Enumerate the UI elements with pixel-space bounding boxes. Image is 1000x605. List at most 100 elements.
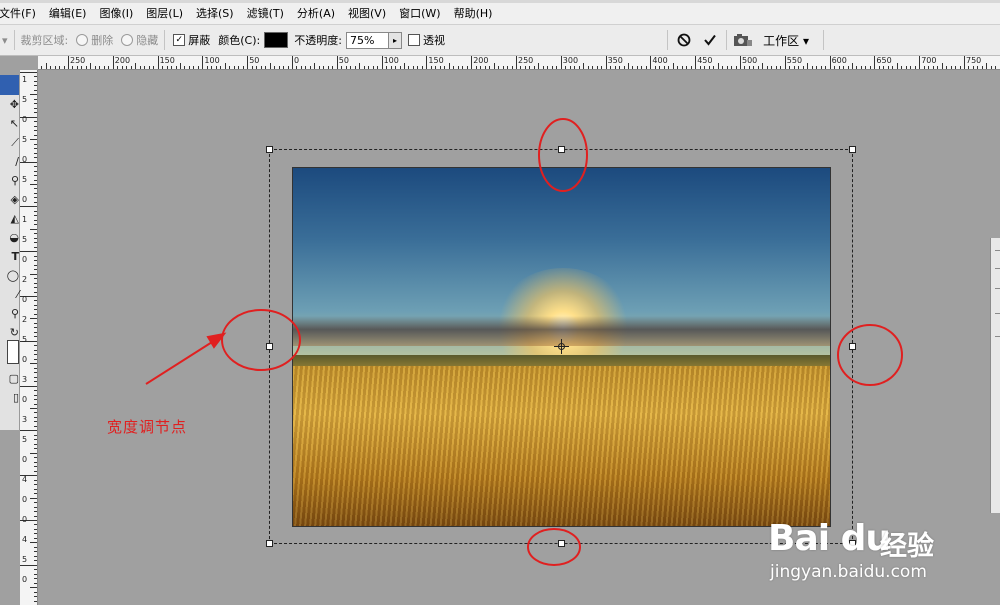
ruler-top-label: 750 xyxy=(966,56,982,65)
move-tool-icon[interactable]: ✥ xyxy=(0,95,19,114)
delete-radio[interactable] xyxy=(76,34,89,46)
separator xyxy=(667,30,669,50)
crop-handle-right[interactable] xyxy=(849,343,856,350)
divider xyxy=(995,313,1000,314)
ruler-left[interactable]: 1 5 0 5 0 5 0 1 5 0 2 0 2 5 0 3 0 3 5 0 4 0 0 4 5 0 xyxy=(20,70,38,605)
ruler-left-label: 3 xyxy=(22,375,28,384)
crop-handle-top-left[interactable] xyxy=(266,146,273,153)
crop-handle-top[interactable] xyxy=(558,146,565,153)
crop-handle-bottom-left[interactable] xyxy=(266,540,273,547)
divider xyxy=(995,250,1000,251)
right-panel-edge[interactable] xyxy=(990,238,1000,513)
ruler-left-label: 5 xyxy=(22,175,28,184)
brush-tool-icon[interactable]: ∕ xyxy=(0,152,19,171)
commit-icon-svg xyxy=(704,34,716,46)
eyedropper-tool-icon[interactable]: ⁄ xyxy=(0,285,19,304)
workspace-button[interactable]: 工作区 ▾ xyxy=(763,32,809,49)
shield-checkbox[interactable]: ✓ xyxy=(173,34,186,46)
ruler-top-label: 500 xyxy=(742,56,758,65)
watermark-logo: Bai du xyxy=(768,518,891,559)
ruler-top-label: 300 xyxy=(562,56,579,65)
menu-bar: 文件(F) 编辑(E) 图像(I) 图层(L) 选择(S) 滤镜(T) 分析(A… xyxy=(0,3,1000,25)
crop-area-label: 裁剪区域: xyxy=(20,34,69,47)
ruler-left-label: 0 xyxy=(22,355,28,364)
annotation-label: 宽度调节点 xyxy=(107,418,188,436)
camera-icon-svg xyxy=(734,34,753,46)
color-label: 颜色(C): xyxy=(218,34,261,47)
menu-analysis[interactable]: 分析(A) xyxy=(290,3,341,24)
shape-tool-icon[interactable]: ◯ xyxy=(0,266,19,285)
ruler-left-label: 0 xyxy=(22,495,28,504)
delete-label: 删除 xyxy=(91,34,114,47)
bucket-tool-icon[interactable]: ◭ xyxy=(0,209,19,228)
opacity-arrow-icon[interactable]: ▸ xyxy=(388,31,402,49)
crop-tool-icon[interactable]: ⟋ xyxy=(0,133,19,152)
divider xyxy=(995,268,1000,269)
commit-icon[interactable] xyxy=(700,30,720,50)
menu-edit[interactable]: 编辑(E) xyxy=(42,3,93,24)
ruler-top-label: 200 xyxy=(114,56,131,65)
crop-handle-left[interactable] xyxy=(266,343,273,350)
menu-file[interactable]: 文件(F) xyxy=(0,3,42,24)
ruler-left-label: 4 xyxy=(22,535,28,544)
ruler-top-label: 550 xyxy=(786,56,803,65)
lasso-tool-icon[interactable]: ↖ xyxy=(0,114,19,133)
menu-view[interactable]: 视图(V) xyxy=(341,3,392,24)
cancel-icon-svg xyxy=(677,33,691,47)
ruler-left-label: 1 xyxy=(22,75,28,84)
ruler-top-label: 700 xyxy=(921,56,937,65)
ruler-left-label: 0 xyxy=(22,195,28,204)
ruler-top[interactable]: 250 200 150 100 50 0 50 100 150 200 250 300 350 400 45… xyxy=(38,56,1000,70)
menu-help[interactable]: 帮助(H) xyxy=(447,3,499,24)
ruler-left-label: 4 xyxy=(22,475,28,484)
ruler-left-label: 0 xyxy=(22,255,28,264)
toolbox-header[interactable] xyxy=(0,75,19,95)
eraser-tool-icon[interactable]: ◈ xyxy=(0,190,19,209)
ruler-left-label: 0 xyxy=(22,115,28,124)
dodge-tool-icon[interactable]: ◒ xyxy=(0,228,19,247)
ruler-left-label: 5 xyxy=(22,235,28,244)
divider xyxy=(995,288,1000,289)
ruler-left-label: 5 xyxy=(22,555,28,564)
toolbox: ✥ ↖ ⟋ ∕ ⚲ ◈ ◭ ◒ T ◯ ⁄ ⚲ ↻ ▢ ▯ xyxy=(0,75,20,430)
baidu-watermark: Bai du 经验 jingyan.baidu.com xyxy=(762,518,962,598)
color-swatches-icon[interactable] xyxy=(0,339,19,364)
crop-center-icon[interactable] xyxy=(554,339,569,354)
cancel-icon[interactable] xyxy=(674,30,694,50)
ruler-top-label: 0 xyxy=(294,56,300,65)
stamp-tool-icon[interactable]: ⚲ xyxy=(0,171,19,190)
ruler-left-label: 5 xyxy=(22,335,28,344)
type-tool-icon[interactable]: T xyxy=(0,247,19,266)
menu-layer[interactable]: 图层(L) xyxy=(139,3,189,24)
opacity-input[interactable]: 75% xyxy=(345,31,389,49)
menu-select[interactable]: 选择(S) xyxy=(189,3,240,24)
ruler-top-label: 400 xyxy=(652,56,668,65)
camera-icon[interactable] xyxy=(733,30,753,50)
watermark-url: jingyan.baidu.com xyxy=(770,562,927,582)
opacity-label: 不透明度: xyxy=(294,34,342,47)
watermark-cn: 经验 xyxy=(880,531,934,562)
crop-handle-bottom[interactable] xyxy=(558,540,565,547)
perspective-checkbox[interactable] xyxy=(407,34,420,46)
menu-window[interactable]: 窗口(W) xyxy=(392,3,446,24)
separator xyxy=(13,30,15,50)
divider xyxy=(995,336,1000,337)
quick-mask-icon[interactable]: ▢ xyxy=(0,369,19,388)
separator xyxy=(823,30,824,50)
ruler-left-label: 0 xyxy=(22,455,28,464)
crop-handle-top-right[interactable] xyxy=(849,146,856,153)
ruler-left-label: 2 xyxy=(22,275,28,284)
zoom-tool-icon[interactable]: ⚲ xyxy=(0,304,19,323)
menu-image[interactable]: 图像(I) xyxy=(92,3,139,24)
ruler-left-label: 5 xyxy=(22,135,28,144)
ruler-top-label: 150 xyxy=(159,56,175,65)
ruler-left-label: 0 xyxy=(22,515,28,524)
ruler-top-label: 150 xyxy=(428,56,444,65)
hide-radio[interactable] xyxy=(121,34,134,46)
ruler-left-label: 2 xyxy=(22,315,28,324)
color-swatch[interactable] xyxy=(264,32,289,48)
menu-filter[interactable]: 滤镜(T) xyxy=(240,3,290,24)
hide-label: 隐藏 xyxy=(136,34,159,47)
ruler-left-label: 0 xyxy=(22,395,28,404)
screen-mode-icon[interactable]: ▯ xyxy=(0,388,19,407)
